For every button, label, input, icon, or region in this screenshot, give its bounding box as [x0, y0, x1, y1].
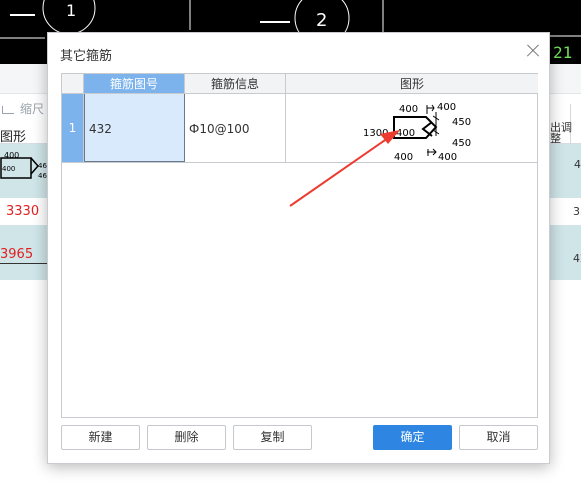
- bg-right-value: 42: [573, 252, 581, 265]
- dim-inner: 400: [396, 128, 415, 139]
- cad-corner-text: 21: [553, 43, 572, 62]
- cancel-button[interactable]: 取消: [459, 425, 538, 450]
- delete-button[interactable]: 删除: [147, 425, 226, 450]
- ruler-icon: [2, 105, 14, 114]
- bg-dim-left: 400: [2, 165, 15, 173]
- dim-right-lower: 450: [452, 138, 471, 149]
- close-icon[interactable]: [524, 42, 542, 60]
- bg-toolbar-scale-label: 缩尺: [20, 102, 45, 116]
- dim-top-left: 400: [399, 104, 418, 115]
- row-index[interactable]: 1: [62, 94, 84, 162]
- stirrup-figure: 400 400 1300 400 450 450 400 400: [363, 102, 471, 162]
- bg-right-header: 出调 整: [550, 121, 572, 145]
- dim-bottom-left: 400: [394, 152, 413, 162]
- table-corner[interactable]: [62, 74, 84, 94]
- copy-button[interactable]: 复制: [233, 425, 312, 450]
- new-button[interactable]: 新建: [61, 425, 140, 450]
- dim-top-right: 400: [437, 102, 456, 113]
- bg-column-header: 图形: [0, 130, 27, 145]
- bg-dim-top: 400: [4, 151, 19, 160]
- column-header-figure[interactable]: 图形: [286, 74, 538, 94]
- ok-button[interactable]: 确定: [373, 425, 452, 450]
- cell-shape-no[interactable]: 432: [84, 94, 185, 162]
- bg-row-number: 3330: [6, 204, 40, 219]
- dim-left: 1300: [363, 128, 388, 139]
- bg-right-value: 4: [574, 158, 581, 171]
- bg-row-number: 3965: [0, 247, 34, 262]
- cell-figure[interactable]: 400 400 1300 400 450 450 400 400: [286, 94, 538, 162]
- bg-underline: [0, 263, 47, 264]
- bg-toolbar-scale-button[interactable]: 缩尺: [2, 100, 44, 117]
- cad-circle-label-1: 1: [66, 1, 76, 20]
- other-stirrup-dialog: 其它箍筋 箍筋图号 箍筋信息 图形 1 432 Ф10@100 400 400: [47, 32, 550, 464]
- bg-right-value: 33: [573, 205, 581, 218]
- column-header-info[interactable]: 箍筋信息: [185, 74, 286, 94]
- dim-bottom-right: 400: [438, 152, 457, 162]
- table-row[interactable]: 1 432 Ф10@100 400 400 1300 400 450 450 4…: [62, 94, 538, 163]
- column-header-shape-no[interactable]: 箍筋图号: [84, 74, 185, 94]
- cad-circle-label-2: 2: [316, 10, 327, 31]
- dim-right-upper: 450: [452, 117, 471, 128]
- cell-stirrup-info[interactable]: Ф10@100: [185, 94, 286, 162]
- stirrup-table: 箍筋图号 箍筋信息 图形 1 432 Ф10@100 400 400 1300: [61, 73, 538, 418]
- dialog-title: 其它箍筋: [60, 49, 113, 64]
